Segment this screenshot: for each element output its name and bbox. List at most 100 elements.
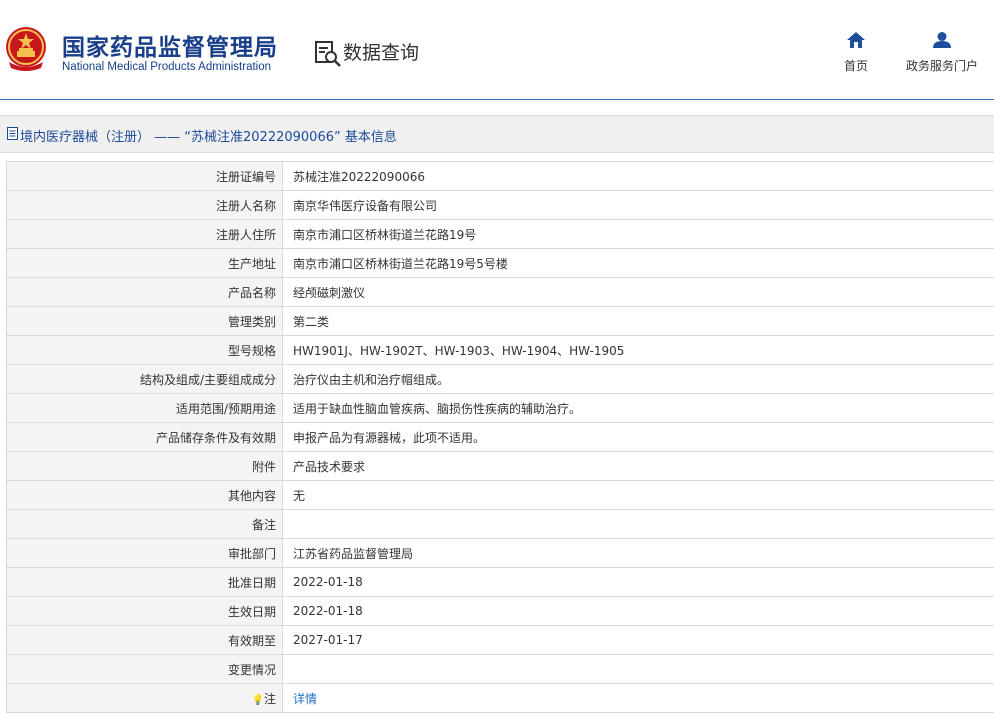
field-label-text: 产品名称 xyxy=(227,285,276,300)
table-row: 产品名称 经颅磁刺激仪 xyxy=(6,277,994,307)
table-row: 其他内容 无 xyxy=(6,480,994,510)
table-row: 注册证编号 苏械注准20222090066 xyxy=(6,161,994,191)
data-query-title: 数据查询 xyxy=(343,42,420,64)
nav-service-portal-link[interactable]: 政务服务门户 xyxy=(902,32,982,74)
field-label-text: 有效期至 xyxy=(227,633,276,648)
field-label-text: 其他内容 xyxy=(227,488,276,503)
field-value: 经颅磁刺激仪 xyxy=(282,277,994,307)
site-header: 国家药品监督管理局 National Medical Products Admi… xyxy=(0,0,994,100)
table-row: 适用范围/预期用途 适用于缺血性脑血管疾病、脑损伤性疾病的辅助治疗。 xyxy=(6,393,994,423)
field-label-text: 型号规格 xyxy=(227,343,276,358)
field-value: 申报产品为有源器械，此项不适用。 xyxy=(282,422,994,452)
field-label-text: 管理类别 xyxy=(227,314,276,329)
nav-home-link[interactable]: 首页 xyxy=(838,32,874,74)
table-row: 附件 产品技术要求 xyxy=(6,451,994,481)
field-label: 结构及组成/主要组成成分 xyxy=(6,364,283,394)
table-row: 型号规格 HW1901J、HW-1902T、HW-1903、HW-1904、HW-… xyxy=(6,335,994,365)
field-label-text: 附件 xyxy=(251,459,276,474)
field-label: 注册人名称 xyxy=(6,190,283,220)
nav-portal-label: 政务服务门户 xyxy=(905,59,978,73)
field-value-text: 无 xyxy=(293,488,306,503)
field-value-text: 2022-01-18 xyxy=(293,575,363,589)
user-icon xyxy=(933,32,951,48)
field-label-text: 审批部门 xyxy=(227,546,276,561)
national-emblem-icon xyxy=(6,27,46,71)
details-link[interactable]: 详情 xyxy=(293,692,317,706)
field-label-text: 批准日期 xyxy=(227,575,276,590)
field-label-text: 备注 xyxy=(251,517,276,532)
field-value-text: 2027-01-17 xyxy=(293,633,363,647)
field-value: 南京市浦口区桥林街道兰花路19号 xyxy=(282,219,994,249)
field-label: 变更情况 xyxy=(6,654,283,684)
field-value: 苏械注准20222090066 xyxy=(282,161,994,191)
field-value-text: 2022-01-18 xyxy=(293,604,363,618)
field-label-text: 适用范围/预期用途 xyxy=(175,401,276,416)
field-value: 适用于缺血性脑血管疾病、脑损伤性疾病的辅助治疗。 xyxy=(282,393,994,423)
field-value xyxy=(282,654,994,684)
field-label-text: 生产地址 xyxy=(227,256,276,271)
field-value-text: 南京市浦口区桥林街道兰花路19号5号楼 xyxy=(293,256,508,271)
field-label-text: 注 xyxy=(263,691,276,706)
field-label-text: 产品储存条件及有效期 xyxy=(155,430,276,445)
table-row: 💡注 详情 xyxy=(6,683,994,713)
field-value xyxy=(282,509,994,539)
field-value[interactable]: 详情 xyxy=(282,683,994,713)
field-label: 备注 xyxy=(6,509,283,539)
field-value: 第二类 xyxy=(282,306,994,336)
table-row: 批准日期 2022-01-18 xyxy=(6,567,994,597)
bulb-icon: 💡 xyxy=(251,694,264,706)
field-value-text: 治疗仪由主机和治疗帽组成。 xyxy=(293,372,450,387)
field-label-text: 结构及组成/主要组成成分 xyxy=(139,372,276,387)
field-value-text: 南京华伟医疗设备有限公司 xyxy=(293,198,438,213)
info-table: 注册证编号 苏械注准20222090066 注册人名称 南京华伟医疗设备有限公司 注册人… xyxy=(6,161,994,713)
table-row: 变更情况 xyxy=(6,654,994,684)
site-title: 国家药品监督管理局 xyxy=(62,35,278,61)
field-value: 南京华伟医疗设备有限公司 xyxy=(282,190,994,220)
table-row: 有效期至 2027-01-17 xyxy=(6,625,994,655)
document-search-icon xyxy=(315,41,341,67)
field-label-text: 变更情况 xyxy=(227,662,276,677)
field-label: 生效日期 xyxy=(6,596,283,626)
document-icon xyxy=(7,127,18,140)
breadcrumb-text: 境内医疗器械（注册） —— “苏械注准20222090066” 基本信息 xyxy=(20,130,397,145)
field-value-text: HW1901J、HW-1902T、HW-1903、HW-1904、HW-1905 xyxy=(293,343,625,358)
field-value-text: 申报产品为有源器械，此项不适用。 xyxy=(293,430,486,445)
field-value: 无 xyxy=(282,480,994,510)
table-row: 生效日期 2022-01-18 xyxy=(6,596,994,626)
field-label-text: 生效日期 xyxy=(227,604,276,619)
field-value: HW1901J、HW-1902T、HW-1903、HW-1904、HW-1905 xyxy=(282,335,994,365)
table-row: 备注 xyxy=(6,509,994,539)
table-row: 管理类别 第二类 xyxy=(6,306,994,336)
field-value-text: 经颅磁刺激仪 xyxy=(293,285,366,300)
table-row: 生产地址 南京市浦口区桥林街道兰花路19号5号楼 xyxy=(6,248,994,278)
field-label: 适用范围/预期用途 xyxy=(6,393,283,423)
field-value-text: 江苏省药品监督管理局 xyxy=(293,546,414,561)
field-value-text: 适用于缺血性脑血管疾病、脑损伤性疾病的辅助治疗。 xyxy=(293,401,582,416)
table-row: 注册人名称 南京华伟医疗设备有限公司 xyxy=(6,190,994,220)
table-row: 注册人住所 南京市浦口区桥林街道兰花路19号 xyxy=(6,219,994,249)
table-row: 结构及组成/主要组成成分 治疗仪由主机和治疗帽组成。 xyxy=(6,364,994,394)
field-value: 2027-01-17 xyxy=(282,625,994,655)
field-label: 产品储存条件及有效期 xyxy=(6,422,283,452)
field-value: 江苏省药品监督管理局 xyxy=(282,538,994,568)
home-icon xyxy=(847,32,865,48)
table-row: 产品储存条件及有效期 申报产品为有源器械，此项不适用。 xyxy=(6,422,994,452)
field-value-text: 苏械注准20222090066 xyxy=(293,169,425,184)
field-value: 南京市浦口区桥林街道兰花路19号5号楼 xyxy=(282,248,994,278)
field-label: 💡注 xyxy=(6,683,283,713)
field-label: 型号规格 xyxy=(6,335,283,365)
field-label-text: 注册人住所 xyxy=(215,227,276,242)
field-label: 其他内容 xyxy=(6,480,283,510)
field-label: 审批部门 xyxy=(6,538,283,568)
table-row: 审批部门 江苏省药品监督管理局 xyxy=(6,538,994,568)
field-label: 产品名称 xyxy=(6,277,283,307)
nav-home-label: 首页 xyxy=(843,59,868,73)
field-label: 有效期至 xyxy=(6,625,283,655)
field-label: 生产地址 xyxy=(6,248,283,278)
field-label: 附件 xyxy=(6,451,283,481)
field-label: 注册证编号 xyxy=(6,161,283,191)
field-label: 批准日期 xyxy=(6,567,283,597)
field-value-text: 第二类 xyxy=(293,314,330,329)
field-label: 注册人住所 xyxy=(6,219,283,249)
field-value: 2022-01-18 xyxy=(282,596,994,626)
